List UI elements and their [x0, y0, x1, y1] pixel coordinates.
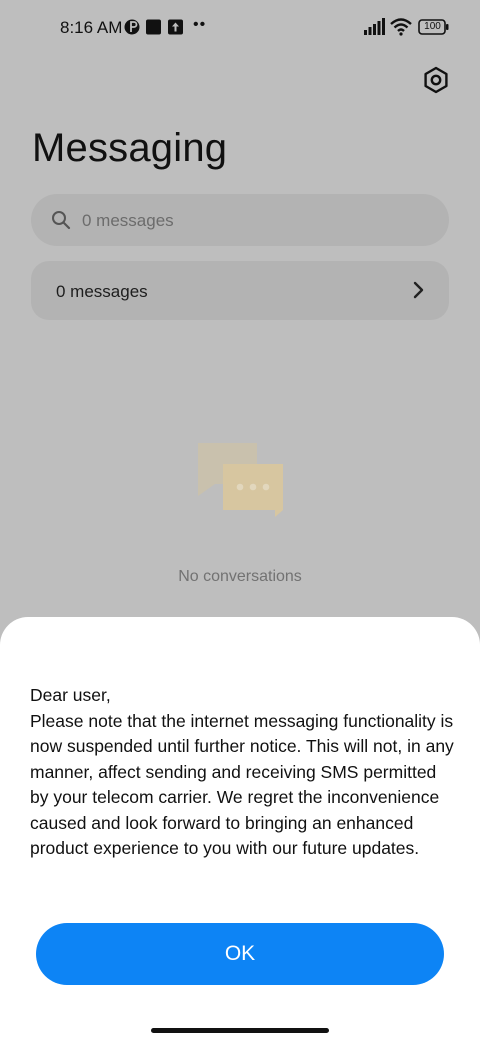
- search-icon: [52, 211, 71, 230]
- dialog-message: Dear user, Please note that the internet…: [30, 685, 454, 858]
- messaging-screen: 8:16 AM •• 100 Messaging 0 messages 0 me…: [0, 0, 480, 1040]
- empty-state-text: No conversations: [178, 568, 302, 585]
- conversation-bubbles-icon: [198, 443, 283, 517]
- battery-level: 100: [424, 21, 441, 32]
- ok-button[interactable]: OK: [36, 923, 444, 985]
- messages-row-label: 0 messages: [56, 282, 148, 301]
- signal-icon: [364, 18, 385, 35]
- app-notification-icon: [146, 19, 161, 35]
- search-placeholder: 0 messages: [82, 211, 174, 230]
- notice-dialog: Dear user, Please note that the internet…: [0, 617, 480, 1040]
- wifi-icon: [390, 18, 412, 36]
- status-bar: 8:16 AM •• 100: [0, 0, 480, 56]
- search-input[interactable]: 0 messages: [31, 194, 449, 246]
- gear-icon[interactable]: [422, 66, 450, 94]
- chevron-right-icon: [413, 281, 424, 299]
- upload-icon: [168, 19, 183, 35]
- more-notifications-icon: ••: [193, 16, 207, 33]
- battery-icon: 100: [418, 18, 449, 36]
- messages-row[interactable]: 0 messages: [31, 261, 449, 320]
- status-time: 8:16 AM: [60, 18, 123, 37]
- notification-icon: [124, 19, 140, 35]
- home-indicator[interactable]: [151, 1028, 329, 1033]
- page-title: Messaging: [32, 126, 228, 170]
